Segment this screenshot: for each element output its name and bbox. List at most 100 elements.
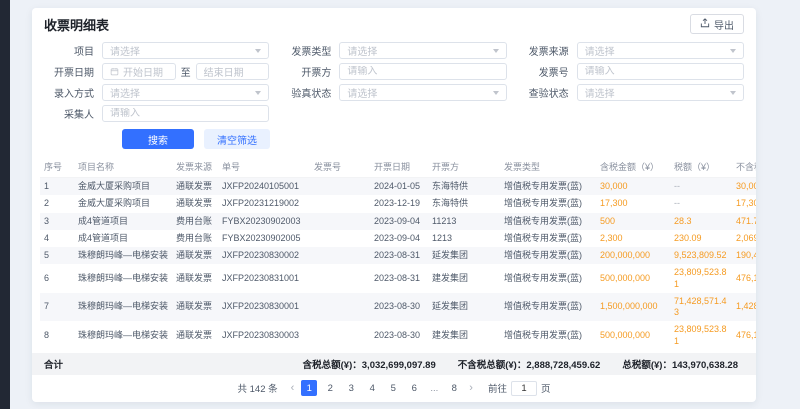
cell-invoice-source: 费用台账 <box>172 230 218 247</box>
table-row[interactable]: 4 成4管道项目 费用台账 FYBX20230902005 2023-09-04… <box>40 230 756 247</box>
cell-project-name: 珠穆朗玛峰—电梯安装 <box>74 293 172 322</box>
page-number[interactable]: 8 <box>446 380 462 396</box>
start-date-input[interactable]: 开始日期 <box>102 63 176 80</box>
cell-amount-with-tax: 200,000,000 <box>596 247 670 264</box>
cell-order-number: FYBX20230902003 <box>218 213 310 230</box>
filter-actions: 搜索 清空筛选 <box>44 122 744 154</box>
cell-issuer: 1213 <box>428 230 500 247</box>
cell-invoice-source: 通联发票 <box>172 247 218 264</box>
project-label: 项目 <box>44 43 102 58</box>
cell-invoice-date: 2023-09-04 <box>370 230 428 247</box>
cell-tax: -- <box>670 195 732 212</box>
table-row[interactable]: 3 成4管道项目 费用台账 FYBX20230902003 2023-09-04… <box>40 213 756 230</box>
clear-filters-button[interactable]: 清空筛选 <box>204 129 270 149</box>
page-number[interactable]: 6 <box>406 380 422 396</box>
table-row[interactable]: 6 珠穆朗玛峰—电梯安装 通联发票 JXFP20230831001 2023-0… <box>40 264 756 293</box>
chevron-down-icon <box>493 49 499 53</box>
cell-invoice-type: 增值税专用发票(蓝) <box>500 230 596 247</box>
invoice-table-wrap: 序号 项目名称 发票来源 单号 发票号 开票日期 开票方 发票类型 含税金额（¥… <box>32 154 756 353</box>
cell-index: 6 <box>40 264 74 293</box>
cell-invoice-type: 增值税专用发票(蓝) <box>500 213 596 230</box>
table-row[interactable]: 8 珠穆朗玛峰—电梯安装 通联发票 JXFP20230830003 2023-0… <box>40 321 756 350</box>
cell-tax: 71,428,571.43 <box>670 293 732 322</box>
cell-invoice-type: 增值税专用发票(蓝) <box>500 321 596 350</box>
table-row[interactable]: 5 珠穆朗玛峰—电梯安装 通联发票 JXFP20230830002 2023-0… <box>40 247 756 264</box>
chevron-down-icon <box>493 91 499 95</box>
invoice-detail-panel: 收票明细表 导出 项目 请选择 发票类型 请选择 <box>32 8 756 402</box>
cell-order-number: JXFP20230830002 <box>218 247 310 264</box>
page-number[interactable]: 4 <box>364 380 380 396</box>
page-number[interactable]: 3 <box>343 380 359 396</box>
invoice-table: 序号 项目名称 发票来源 单号 发票号 开票日期 开票方 发票类型 含税金额（¥… <box>40 156 756 350</box>
table-row[interactable]: 2 金威大厦采购项目 通联发票 JXFP20231219002 2023-12-… <box>40 195 756 212</box>
page-title: 收票明细表 <box>44 15 109 34</box>
col-order-number: 单号 <box>218 156 310 178</box>
export-button[interactable]: 导出 <box>690 14 744 34</box>
collector-input[interactable] <box>110 108 261 119</box>
filter-field-project: 项目 请选择 <box>44 42 269 59</box>
entry-method-label: 录入方式 <box>44 85 102 100</box>
cell-amount-without-tax: 471.7 <box>732 213 756 230</box>
filter-field-invoice-date: 开票日期 开始日期 至 结束日期 <box>44 63 269 80</box>
pagination: 共 142 条 ‹ 1 2 3 4 5 6 ... 8 › 前往 页 <box>32 375 756 402</box>
invoice-date-label: 开票日期 <box>44 64 102 79</box>
next-page-icon[interactable]: › <box>467 383 475 394</box>
project-select[interactable]: 请选择 <box>102 42 269 59</box>
summary-label: 合计 <box>44 357 63 371</box>
cell-index: 4 <box>40 230 74 247</box>
prev-page-icon[interactable]: ‹ <box>289 383 297 394</box>
cell-invoice-date: 2023-12-19 <box>370 195 428 212</box>
cell-invoice-type: 增值税专用发票(蓝) <box>500 195 596 212</box>
cell-invoice-number <box>310 247 370 264</box>
cell-invoice-number <box>310 321 370 350</box>
invoice-source-select[interactable]: 请选择 <box>577 42 744 59</box>
col-tax: 税额（¥） <box>670 156 732 178</box>
cell-invoice-date: 2023-08-31 <box>370 247 428 264</box>
invoice-type-select[interactable]: 请选择 <box>339 42 506 59</box>
summary-row: 合计 含税总额(¥)：3,032,699,097.89 不含税总额(¥)：2,8… <box>32 353 756 375</box>
cell-invoice-number <box>310 195 370 212</box>
date-range-separator: 至 <box>181 64 191 79</box>
cell-invoice-source: 费用台账 <box>172 213 218 230</box>
verification-status-select[interactable]: 请选择 <box>339 84 506 101</box>
cell-index: 8 <box>40 321 74 350</box>
cell-project-name: 珠穆朗玛峰—电梯安装 <box>74 321 172 350</box>
page-number[interactable]: 2 <box>322 380 338 396</box>
cell-amount-with-tax: 500,000,000 <box>596 264 670 293</box>
filter-field-entry-method: 录入方式 请选择 <box>44 84 269 101</box>
table-row[interactable]: 1 金威大厦采购项目 通联发票 JXFP20240105001 2024-01-… <box>40 178 756 196</box>
goto-page-input[interactable] <box>511 381 537 396</box>
cell-tax: 28.3 <box>670 213 732 230</box>
cell-invoice-type: 增值税专用发票(蓝) <box>500 247 596 264</box>
page-number[interactable]: 1 <box>301 380 317 396</box>
entry-method-select[interactable]: 请选择 <box>102 84 269 101</box>
page-number[interactable]: 5 <box>385 380 401 396</box>
table-header-row: 序号 项目名称 发票来源 单号 发票号 开票日期 开票方 发票类型 含税金额（¥… <box>40 156 756 178</box>
cell-index: 7 <box>40 293 74 322</box>
cell-tax: 23,809,523.81 <box>670 264 732 293</box>
cell-amount-with-tax: 30,000 <box>596 178 670 196</box>
chevron-down-icon <box>255 49 261 53</box>
cell-amount-without-tax: 476,190,476.19 <box>732 264 756 293</box>
table-row[interactable]: 7 珠穆朗玛峰—电梯安装 通联发票 JXFP20230830001 2023-0… <box>40 293 756 322</box>
search-button[interactable]: 搜索 <box>122 129 194 149</box>
cell-tax: -- <box>670 178 732 196</box>
cell-tax: 9,523,809.52 <box>670 247 732 264</box>
cell-order-number: JXFP20240105001 <box>218 178 310 196</box>
chevron-down-icon <box>730 91 736 95</box>
goto-suffix: 页 <box>541 381 551 395</box>
invoice-number-input[interactable] <box>585 66 736 77</box>
cell-amount-with-tax: 500,000,000 <box>596 321 670 350</box>
chevron-down-icon <box>255 91 261 95</box>
col-amount-without-tax: 不含税金额（¥） <box>732 156 756 178</box>
end-date-input[interactable]: 结束日期 <box>196 63 270 80</box>
cell-invoice-date: 2023-09-04 <box>370 213 428 230</box>
check-status-select[interactable]: 请选择 <box>577 84 744 101</box>
filter-field-invoice-type: 发票类型 请选择 <box>281 42 506 59</box>
cell-amount-with-tax: 1,500,000,000 <box>596 293 670 322</box>
cell-amount-without-tax: 476,190,476.19 <box>732 321 756 350</box>
issuer-input[interactable] <box>347 66 498 77</box>
cell-project-name: 珠穆朗玛峰—电梯安装 <box>74 264 172 293</box>
cell-index: 1 <box>40 178 74 196</box>
cell-invoice-date: 2023-08-30 <box>370 293 428 322</box>
